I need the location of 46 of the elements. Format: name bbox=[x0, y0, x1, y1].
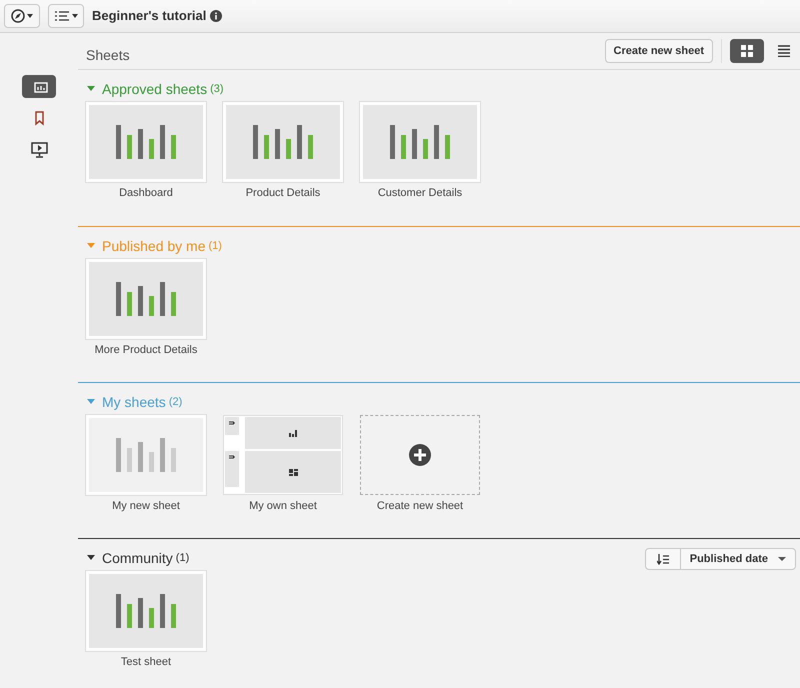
create-sheet-tile[interactable] bbox=[360, 415, 480, 495]
section-count: (2) bbox=[168, 394, 182, 410]
sheet-label: Customer Details bbox=[378, 186, 462, 201]
section-title: Approved sheets bbox=[102, 80, 208, 99]
caret-icon bbox=[778, 557, 786, 561]
sidebar-button[interactable] bbox=[22, 75, 56, 98]
bar-chart-icon bbox=[289, 429, 297, 437]
navigation-button[interactable] bbox=[4, 4, 40, 28]
bar-chart-icon bbox=[253, 125, 313, 159]
section-count: (1) bbox=[208, 238, 222, 254]
compass-icon bbox=[11, 9, 25, 23]
page-title: Sheets bbox=[86, 46, 130, 64]
section-count: (3) bbox=[210, 82, 224, 97]
sheet-label: Product Details bbox=[246, 186, 320, 201]
sheet-thumbnail[interactable] bbox=[223, 415, 343, 495]
sheet-label: Dashboard bbox=[119, 186, 173, 201]
bar-chart-icon bbox=[116, 125, 176, 159]
sheet-label: My new sheet bbox=[112, 499, 180, 514]
list-icon bbox=[54, 11, 68, 21]
sheet-label: More Product Details bbox=[94, 343, 198, 358]
list-icon bbox=[778, 45, 790, 57]
dashboard-icon bbox=[288, 468, 298, 476]
section-title: Community bbox=[102, 548, 173, 568]
sort-icon bbox=[656, 554, 669, 564]
grid-icon bbox=[741, 45, 753, 57]
grid-view-button[interactable] bbox=[730, 39, 764, 63]
bar-chart-icon bbox=[116, 282, 176, 316]
bar-chart-icon bbox=[116, 594, 176, 628]
section-count: (1) bbox=[176, 550, 190, 566]
sheet-label: Test sheet bbox=[120, 655, 172, 670]
section-title: Published by me bbox=[102, 236, 206, 256]
plus-icon bbox=[409, 444, 431, 466]
bar-chart-icon bbox=[116, 438, 176, 472]
sheet-label: Create new sheet bbox=[376, 499, 464, 514]
info-icon[interactable] bbox=[210, 10, 222, 22]
sheet-label: My own sheet bbox=[249, 499, 317, 514]
filter-icon bbox=[229, 421, 235, 425]
app-title: Beginner's tutorial bbox=[92, 7, 206, 26]
filter-icon bbox=[229, 455, 235, 459]
caret-icon bbox=[72, 14, 78, 18]
presentation-icon bbox=[30, 140, 48, 158]
menu-button[interactable] bbox=[48, 4, 84, 28]
section-title: My sheets bbox=[102, 392, 166, 412]
create-sheet-button[interactable]: Create new sheet bbox=[604, 39, 713, 63]
caret-icon bbox=[27, 14, 33, 18]
bar-chart-icon bbox=[390, 125, 450, 159]
